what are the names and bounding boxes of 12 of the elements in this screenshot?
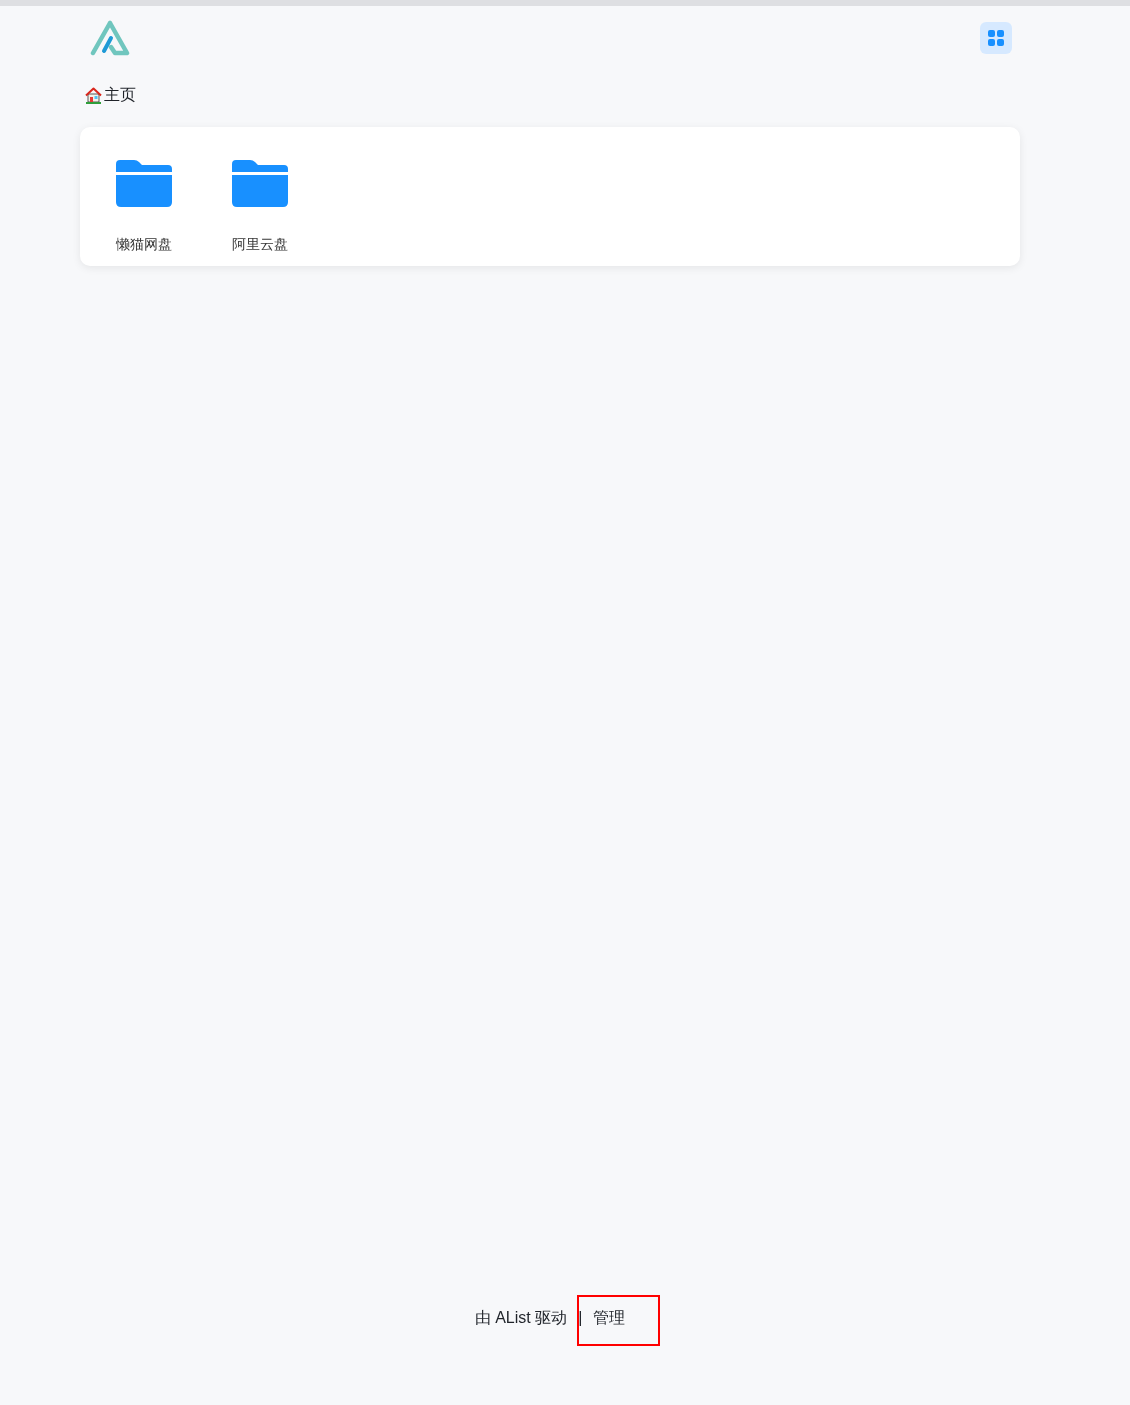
- folder-icon[interactable]: [232, 160, 288, 207]
- manage-link[interactable]: 管理: [593, 1309, 626, 1326]
- folder-name[interactable]: 阿里云盘: [232, 234, 288, 254]
- logo-icon: [90, 20, 130, 56]
- house-icon: [85, 86, 102, 104]
- folder-icon[interactable]: [116, 160, 172, 207]
- separator-text: |: [578, 1308, 583, 1328]
- grid-view-button[interactable]: [980, 22, 1012, 54]
- folder-name[interactable]: 懒猫网盘: [116, 234, 172, 254]
- grid-icon: [988, 30, 1004, 46]
- powered-by-text: 由 AList 驱动: [474, 1308, 568, 1328]
- breadcrumb-link[interactable]: 主页: [104, 83, 136, 107]
